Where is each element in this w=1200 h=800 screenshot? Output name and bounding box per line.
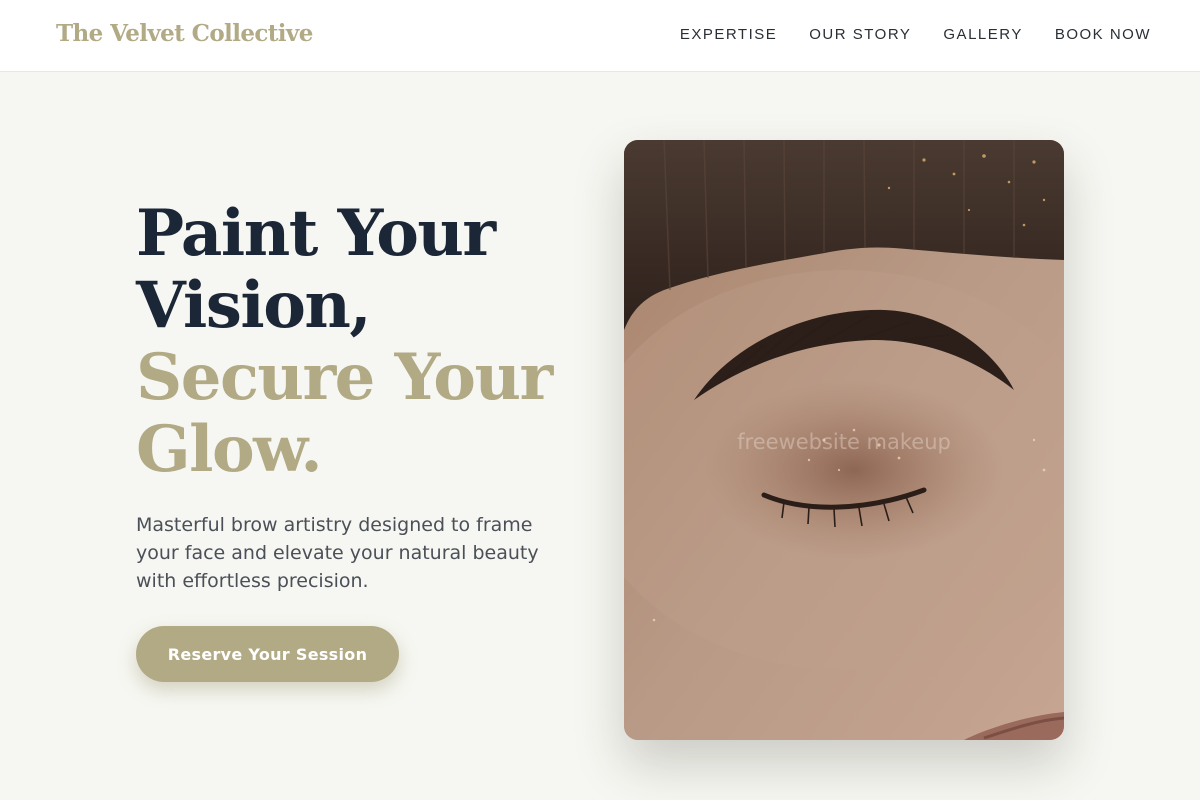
reserve-session-button[interactable]: Reserve Your Session	[136, 626, 399, 682]
nav-link-our-story[interactable]: OUR STORY	[809, 26, 911, 43]
headline-line-2: Vision,	[136, 268, 372, 343]
main-nav: EXPERTISE OUR STORY GALLERY BOOK NOW	[680, 26, 1151, 43]
hero-description: Masterful brow artistry designed to fram…	[136, 514, 539, 592]
nav-link-gallery[interactable]: GALLERY	[943, 26, 1022, 43]
hero-image: freewebsite makeup	[624, 140, 1064, 740]
hero-headline: Paint Your Vision, Secure Your Glow.	[136, 198, 596, 486]
nav-link-book-now[interactable]: BOOK NOW	[1055, 26, 1151, 43]
headline-line-4: Glow.	[136, 412, 323, 487]
site-logo[interactable]: The Velvet Collective	[56, 20, 313, 47]
nav-link-expertise[interactable]: EXPERTISE	[680, 26, 777, 43]
headline-line-1: Paint Your	[136, 196, 496, 271]
site-header: The Velvet Collective EXPERTISE OUR STOR…	[0, 0, 1200, 72]
headline-line-3: Secure Your	[136, 340, 553, 415]
image-watermark: freewebsite makeup	[737, 430, 951, 454]
